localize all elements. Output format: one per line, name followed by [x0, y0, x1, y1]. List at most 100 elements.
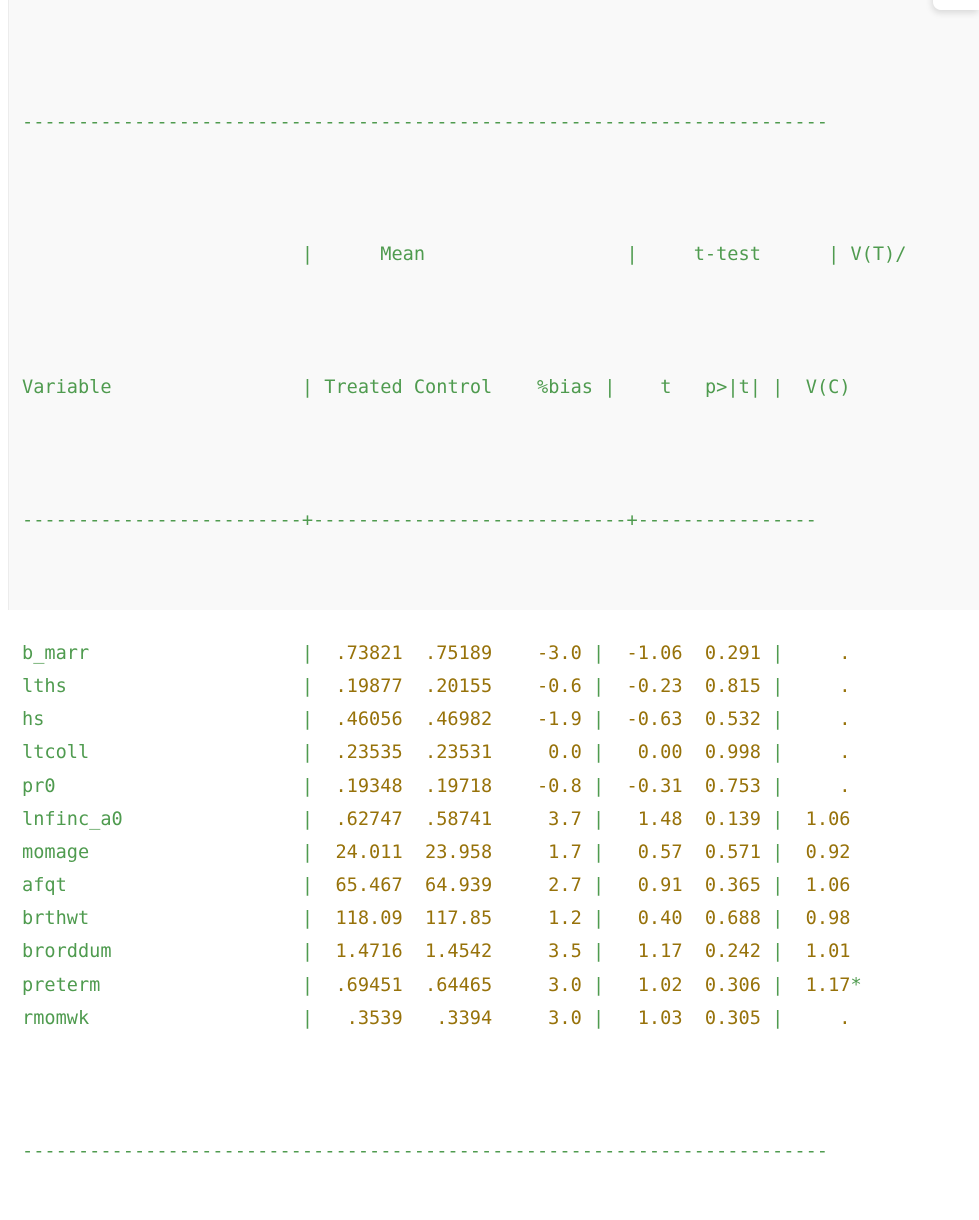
header1-variable-pad — [22, 244, 302, 265]
cell-variable: brthwt — [22, 908, 302, 930]
header-variable-label: Variable — [22, 377, 112, 399]
cell-p: 0.688 — [682, 908, 761, 930]
cell-control: .75189 — [402, 642, 493, 664]
rule-top: ----------------------------------------… — [22, 111, 828, 133]
pipe-left: | — [301, 775, 314, 797]
table-row: brthwt | 118.09 117.85 1.2 | 0.40 0.688 … — [22, 902, 962, 935]
cell-vratio: . — [783, 742, 851, 764]
pipe-4: | — [301, 377, 314, 399]
cell-p: 0.291 — [682, 642, 761, 664]
cell-p: 0.998 — [682, 742, 761, 764]
pipe-right: | — [760, 775, 784, 797]
header-vratio-label-bottom: V(C) — [805, 377, 851, 399]
pipe-mid: | — [581, 908, 605, 930]
cell-variable: rmomwk — [22, 1007, 302, 1029]
pipe-right: | — [760, 808, 784, 830]
cell-treated: .69451 — [313, 974, 403, 996]
cell-control: 23.958 — [402, 841, 493, 863]
console-output-panel: ----------------------------------------… — [0, 0, 979, 1162]
pipe-left: | — [301, 974, 314, 996]
cell-control: 64.939 — [402, 875, 493, 897]
pipe-left: | — [301, 742, 314, 764]
cell-p: 0.305 — [682, 1007, 761, 1029]
table-row: b_marr | .73821 .75189 -3.0 | -1.06 0.29… — [22, 637, 962, 670]
cell-treated: 118.09 — [313, 908, 403, 930]
pipe-mid: | — [581, 941, 605, 963]
cell-control: 1.4542 — [402, 941, 493, 963]
header2-pad-e — [593, 377, 604, 398]
pipe-mid: | — [581, 775, 605, 797]
cell-t: 1.48 — [604, 808, 683, 830]
pipe-left: | — [301, 941, 314, 963]
cell-p: 0.815 — [682, 675, 761, 697]
left-gutter — [0, 0, 9, 610]
pipe-mid: | — [581, 1007, 605, 1029]
header2-pad-d — [492, 377, 537, 398]
pipe-mid: | — [581, 808, 605, 830]
header2-pad-f — [615, 377, 660, 398]
cell-treated: .19348 — [313, 775, 403, 797]
pipe-left: | — [301, 808, 314, 830]
cell-vratio: 0.98 — [783, 908, 851, 930]
pipe-right: | — [760, 941, 784, 963]
header-mean-label: Mean — [380, 244, 426, 266]
header-p-label: p>|t| — [704, 377, 761, 399]
header2-pad-a — [112, 377, 302, 398]
header2-pad-h — [761, 377, 772, 398]
pipe-right: | — [760, 974, 784, 996]
cell-vratio: 1.06 — [783, 808, 851, 830]
cell-variable: ltcoll — [22, 742, 302, 764]
cell-vratio: . — [783, 642, 851, 664]
cell-t: 1.02 — [604, 974, 683, 996]
cell-t: 0.40 — [604, 908, 683, 930]
header2-pad-g — [671, 377, 705, 398]
pipe-2: | — [626, 244, 638, 266]
cell-vratio: 1.17 — [783, 974, 851, 996]
header-t-label: t — [660, 377, 672, 399]
cell-control: .3394 — [402, 1007, 493, 1029]
header-treated-label: Treated — [324, 377, 403, 399]
header-control-label: Control — [413, 377, 493, 399]
cell-t: -0.63 — [604, 709, 683, 731]
cell-p: 0.532 — [682, 709, 761, 731]
pipe-left: | — [301, 841, 314, 863]
cell-p: 0.571 — [682, 841, 761, 863]
pipe-right: | — [760, 841, 784, 863]
cell-bias: 2.7 — [492, 875, 582, 897]
cell-variable: b_marr — [22, 642, 302, 664]
pipe-right: | — [760, 742, 784, 764]
header-bias-label: %bias — [537, 377, 593, 399]
pipe-left: | — [301, 709, 314, 731]
header2-pad-c — [403, 377, 414, 398]
cell-vratio: . — [783, 775, 851, 797]
pipe-mid: | — [581, 841, 605, 863]
table-row: afqt | 65.467 64.939 2.7 | 0.91 0.365 | … — [22, 869, 962, 902]
cell-treated: 24.011 — [313, 841, 403, 863]
cell-vratio-flag: * — [850, 974, 862, 996]
pipe-right: | — [760, 908, 784, 930]
cell-treated: .19877 — [313, 675, 403, 697]
cell-treated: .46056 — [313, 709, 403, 731]
pipe-3: | — [828, 244, 840, 266]
stata-pstest-output: ----------------------------------------… — [22, 6, 962, 1220]
pipe-right: | — [760, 1007, 784, 1029]
cell-variable: pr0 — [22, 775, 302, 797]
header1-mean-pad — [313, 244, 380, 265]
cell-t: 1.03 — [604, 1007, 683, 1029]
pipe-5: | — [604, 377, 616, 399]
cell-treated: 1.4716 — [313, 941, 403, 963]
pipe-right: | — [760, 875, 784, 897]
cell-treated: 65.467 — [313, 875, 403, 897]
cell-bias: -0.8 — [492, 775, 582, 797]
cell-variable: brorddum — [22, 941, 302, 963]
cell-t: 0.57 — [604, 841, 683, 863]
header2-pad-i — [783, 377, 805, 398]
cell-bias: 3.7 — [492, 808, 582, 830]
header-ttest-label: t-test — [693, 244, 761, 266]
cell-p: 0.365 — [682, 875, 761, 897]
pipe-left: | — [301, 675, 314, 697]
cell-treated: .3539 — [313, 1007, 403, 1029]
header1-mean-pad2 — [425, 244, 627, 265]
cell-control: .19718 — [402, 775, 493, 797]
header-vratio-label-top: V(T)/ — [850, 244, 907, 266]
